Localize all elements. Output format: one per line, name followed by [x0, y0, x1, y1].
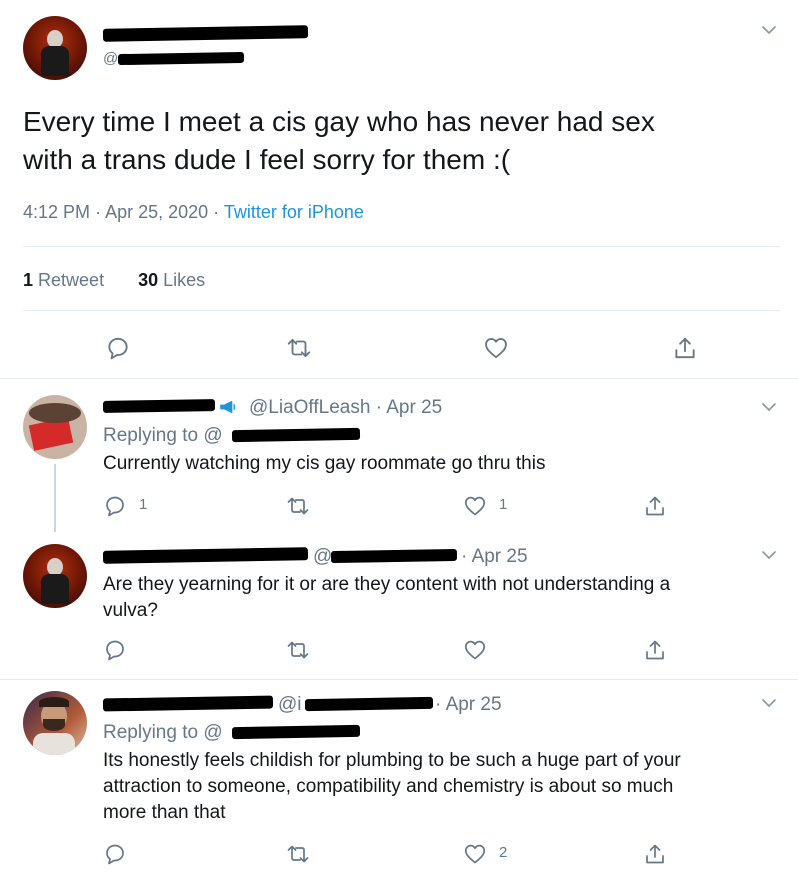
retweet-count: 1 [23, 270, 34, 290]
chevron-down-icon[interactable] [761, 22, 777, 38]
redacted-handle [231, 427, 361, 443]
retweet-icon[interactable] [286, 494, 310, 518]
reply-icon[interactable] [103, 842, 127, 866]
separator: · [435, 694, 442, 715]
reply-count: 1 [139, 496, 148, 513]
like-count: 2 [499, 844, 508, 861]
reply-text: Currently watching my cis gay roommate g… [103, 453, 546, 474]
like-icon[interactable] [463, 842, 487, 866]
thread-line [54, 464, 56, 532]
handle-prefix: @i [278, 694, 302, 715]
chevron-down-icon[interactable] [761, 547, 777, 563]
tweet-date[interactable]: Apr 25, 2020 [105, 202, 208, 222]
chevron-down-icon[interactable] [761, 399, 777, 415]
retweet-label: Retweet [38, 270, 105, 290]
reply-text-line-1: Its honestly feels childish for plumbing… [103, 750, 681, 771]
tweet-source[interactable]: Twitter for iPhone [224, 202, 364, 222]
divider [0, 378, 798, 379]
avatar[interactable] [23, 395, 87, 459]
like-count: 1 [499, 496, 508, 513]
avatar[interactable] [23, 544, 87, 608]
replying-to-label: Replying to @ [103, 722, 223, 743]
tweet-stats: 1 Retweet 30 Likes [23, 270, 205, 291]
reply-text-line-3: more than that [103, 802, 226, 823]
redacted-display-name [102, 547, 309, 564]
redacted-handle [330, 548, 458, 564]
reply-meta: · Apr 25 [435, 694, 502, 716]
reply-text-line-2: attraction to someone, compatibility and… [103, 776, 674, 797]
separator: · [95, 202, 102, 222]
like-icon[interactable] [463, 638, 487, 662]
redacted-display-name [102, 25, 309, 42]
share-icon[interactable] [643, 638, 667, 662]
replying-to: Replying to @ [103, 722, 223, 744]
redacted-handle [304, 696, 434, 712]
tweet-meta: 4:12 PM · Apr 25, 2020 · Twitter for iPh… [23, 202, 364, 223]
tweet-text-line-1: Every time I meet a cis gay who has neve… [23, 106, 655, 137]
reply-icon[interactable] [103, 494, 127, 518]
handle-prefix: @ [313, 546, 333, 567]
handle[interactable]: @LiaOffLeash [249, 397, 370, 418]
reply-icon[interactable] [105, 335, 131, 361]
like-stat[interactable]: 30 Likes [138, 270, 205, 290]
reply-date[interactable]: Apr 25 [446, 694, 502, 715]
divider [0, 679, 798, 680]
reply-date[interactable]: Apr 25 [472, 546, 528, 567]
separator: · [213, 202, 220, 222]
like-label: Likes [163, 270, 206, 290]
like-icon[interactable] [483, 335, 509, 361]
chevron-down-icon[interactable] [761, 695, 777, 711]
tweet-text-line-2: with a trans dude I feel sorry for them … [23, 144, 511, 175]
divider [23, 246, 780, 247]
reply-icon[interactable] [103, 638, 127, 662]
retweet-icon[interactable] [286, 638, 310, 662]
retweet-icon[interactable] [286, 842, 310, 866]
separator: · [461, 546, 468, 567]
like-icon[interactable] [463, 494, 487, 518]
divider [23, 310, 780, 311]
retweet-icon[interactable] [286, 335, 312, 361]
replying-to-label: Replying to @ [103, 425, 223, 446]
reply-text-line-1: Are they yearning for it or are they con… [103, 574, 671, 595]
separator: · [375, 397, 383, 418]
reply-meta: · Apr 25 [461, 546, 528, 568]
share-icon[interactable] [672, 335, 698, 361]
redacted-handle [117, 51, 245, 66]
tweet-time[interactable]: 4:12 PM [23, 202, 90, 222]
share-icon[interactable] [643, 842, 667, 866]
share-icon[interactable] [643, 494, 667, 518]
handle-prefix: @ [103, 50, 119, 67]
retweet-stat[interactable]: 1 Retweet [23, 270, 104, 290]
redacted-display-name [102, 695, 274, 712]
megaphone-icon [218, 396, 240, 418]
redacted-display-name [102, 399, 216, 413]
reply-text-line-2: vulva? [103, 600, 158, 621]
replying-to: Replying to @ [103, 425, 223, 447]
reply-meta: @LiaOffLeash · Apr 25 [249, 397, 442, 419]
redacted-handle [231, 724, 361, 740]
like-count: 30 [138, 270, 159, 290]
avatar[interactable] [23, 16, 87, 80]
avatar[interactable] [23, 691, 87, 755]
reply-date[interactable]: Apr 25 [386, 397, 442, 418]
